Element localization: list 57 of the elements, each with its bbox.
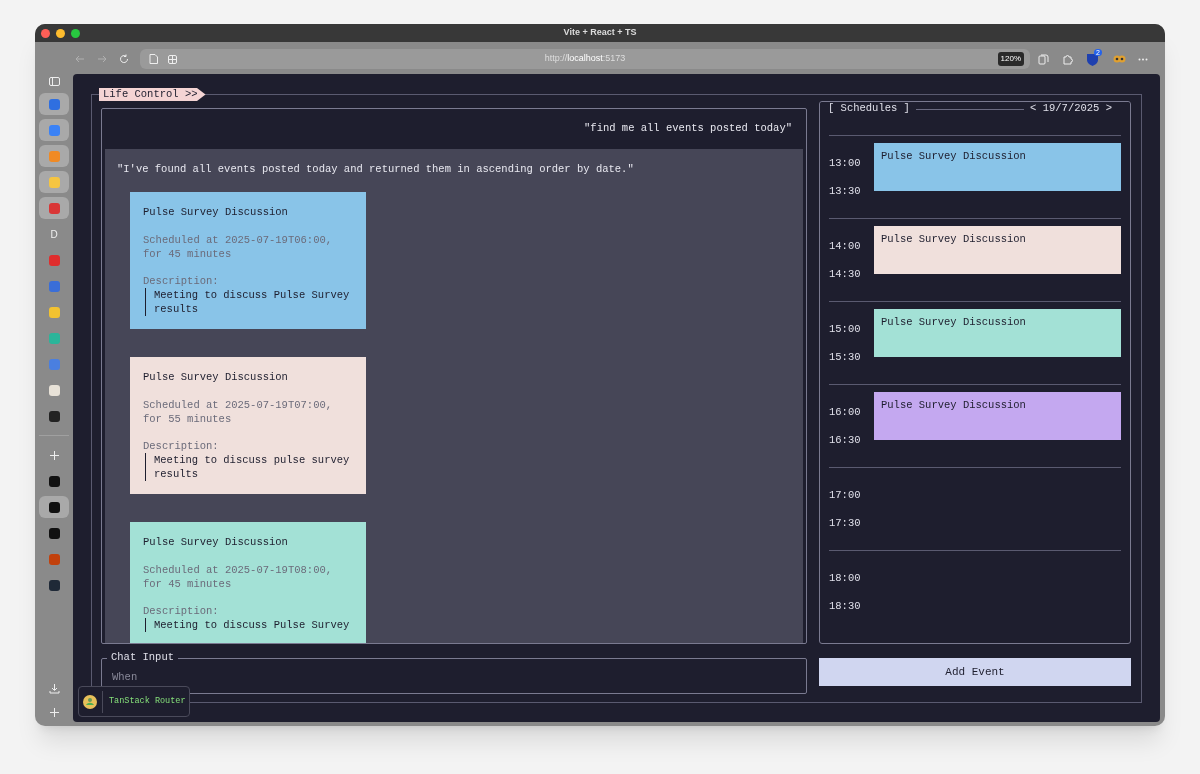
app-title: Life Control >> [99,88,206,101]
event-title: Pulse Survey Discussion [143,534,289,549]
event-description: Meeting to discuss Pulse Survey results [145,287,353,316]
schedule-event[interactable]: Pulse Survey Discussion [874,309,1121,357]
schedule-event[interactable]: Pulse Survey Discussion [874,392,1121,440]
tabs-icon[interactable] [1038,53,1049,65]
reload-icon[interactable] [119,54,129,64]
url-text: http://localhost:5173 [544,52,626,66]
devtools-label: TanStack Router [109,695,186,708]
time-label: 14:30 [829,267,862,281]
time-label: 17:00 [829,488,862,502]
back-icon[interactable] [75,54,85,64]
event-schedule: Scheduled at 2025-07-19T07:00, for 55 minutes [143,397,334,426]
event-title: Pulse Survey Discussion [143,369,289,384]
add-icon [49,450,59,460]
minimize-icon[interactable] [56,28,65,38]
grid-icon[interactable] [168,54,177,64]
add-icon[interactable] [49,708,59,717]
sidebar-toggle-icon[interactable] [48,77,60,86]
zoom-badge[interactable]: 120% [997,52,1024,66]
time-label: 18:30 [829,599,862,613]
download-icon[interactable] [48,683,60,694]
address-bar[interactable]: http://localhost:5173 120% [140,49,1030,69]
time-label: 15:30 [829,350,862,364]
description-label: Description: [143,273,220,288]
time-label: 15:00 [829,322,862,336]
event-schedule: Scheduled at 2025-07-19T08:00, for 45 minutes [143,562,334,591]
eyes-icon[interactable] [1113,54,1126,64]
schedule-event[interactable]: Pulse Survey Discussion [874,226,1121,274]
event-description: Meeting to discuss pulse survey results [145,452,353,481]
time-label: 14:00 [829,239,862,253]
devtools-toggle[interactable]: TanStack Router [78,686,190,717]
time-label: 18:00 [829,571,862,585]
more-icon[interactable] [1138,57,1148,61]
date-navigator[interactable]: < 19/7/2025 > [1030,102,1112,117]
time-label: 17:30 [829,516,862,530]
schedule-event[interactable]: Pulse Survey Discussion [874,143,1121,191]
sidebar-tab[interactable] [39,496,69,518]
user-message: "find me all events posted today" [584,121,792,137]
add-event-button[interactable]: Add Event [819,658,1131,686]
time-label: 13:30 [829,184,862,198]
event-description: Meeting to discuss Pulse Survey [145,617,353,632]
window-title: Vite + React + TS [563,26,637,40]
description-label: Description: [143,603,220,618]
maximize-icon[interactable] [71,28,80,38]
forward-icon[interactable] [97,54,107,64]
page-icon [149,54,158,64]
event-schedule: Scheduled at 2025-07-19T06:00, for 45 minutes [143,232,334,261]
time-label: 16:00 [829,405,862,419]
event-title: Pulse Survey Discussion [143,204,289,219]
close-icon[interactable] [41,28,50,38]
schedule-title: [ Schedules ] [828,102,910,117]
description-label: Description: [143,438,220,453]
time-label: 16:30 [829,433,862,447]
assistant-message: "I've found all events posted today and returned them in ascending order by date." [117,162,635,177]
puzzle-icon[interactable] [1062,53,1074,65]
time-label: 13:00 [829,156,862,170]
